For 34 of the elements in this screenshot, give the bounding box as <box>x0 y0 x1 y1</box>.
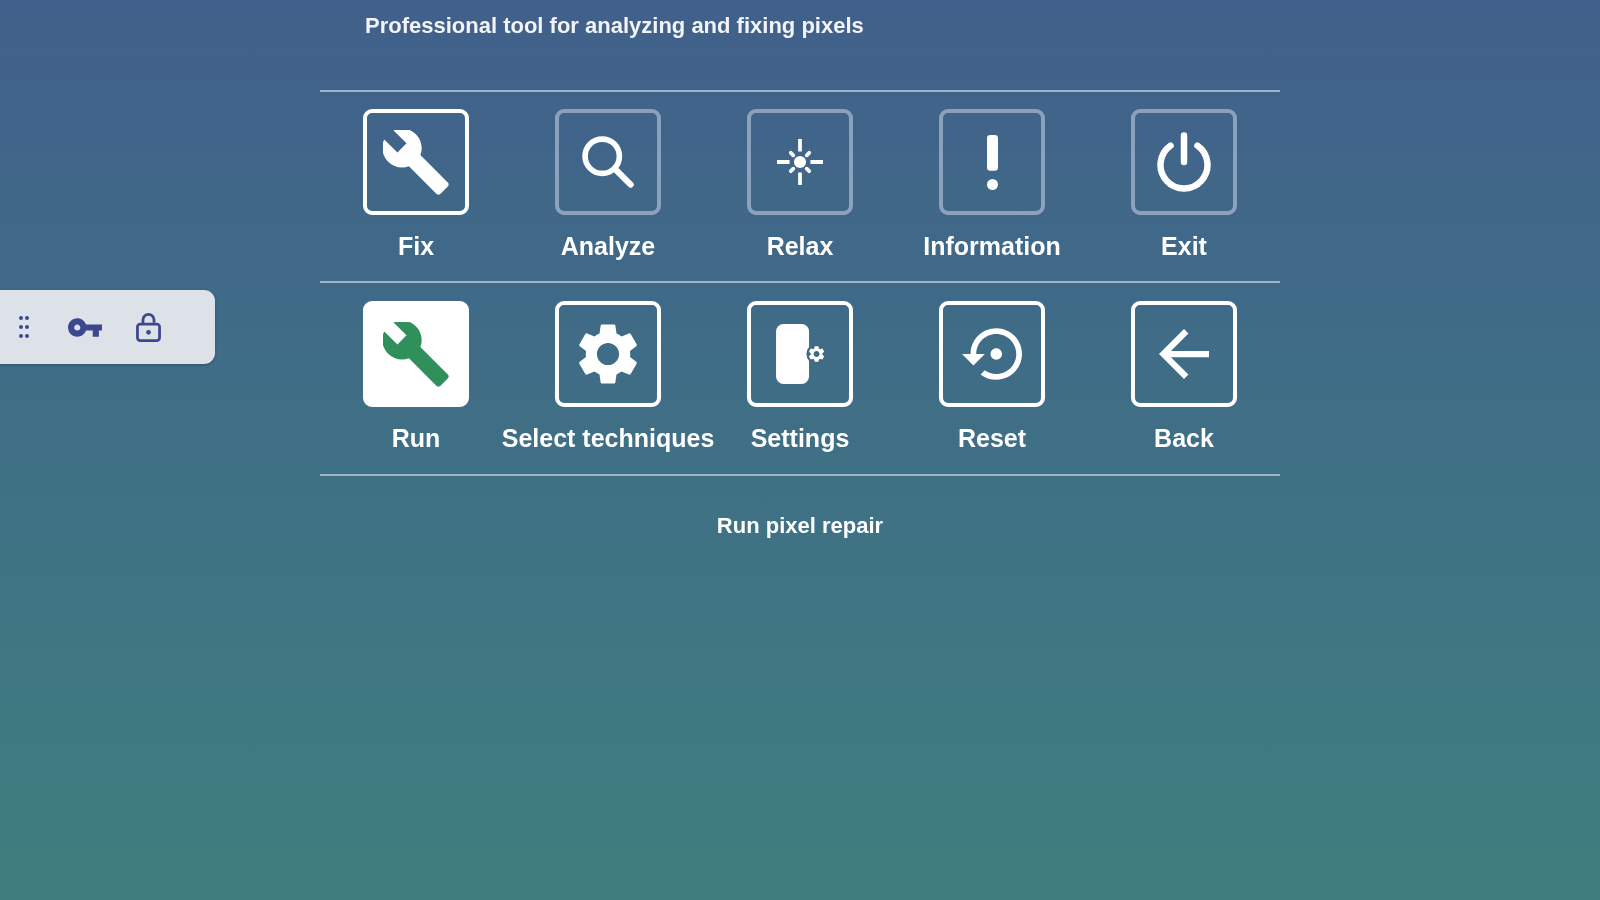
action-button[interactable] <box>1131 301 1237 407</box>
mode-label: Exit <box>1161 231 1207 261</box>
phone-gear-icon <box>775 324 825 384</box>
power-icon <box>1157 132 1211 192</box>
sun-icon <box>777 139 823 185</box>
mode-label: Relax <box>766 231 834 261</box>
mode-tab[interactable] <box>1131 109 1237 215</box>
arrow-left-icon <box>1159 329 1209 379</box>
action-label: Select techniques <box>501 423 715 453</box>
action-label: Back <box>1154 423 1214 453</box>
action-label: Run <box>391 423 441 453</box>
search-icon <box>582 136 634 188</box>
action-label: Reset <box>957 423 1027 453</box>
action-button[interactable] <box>747 301 853 407</box>
mode-label: Fix <box>397 231 435 261</box>
action-button[interactable] <box>363 301 469 407</box>
wrench-icon <box>383 129 449 195</box>
subtitle: Professional tool for analyzing and fixing pixels <box>365 12 865 40</box>
key-icon[interactable] <box>68 317 102 337</box>
action-button[interactable] <box>939 301 1045 407</box>
gear-icon <box>579 323 637 385</box>
action-label: Settings <box>750 423 850 453</box>
mode-label: Analyze <box>560 231 656 261</box>
status-text: Run pixel repair <box>716 512 884 540</box>
drag-handle-icon[interactable] <box>19 316 29 338</box>
mode-tab[interactable] <box>939 109 1045 215</box>
exclamation-icon <box>986 134 998 190</box>
padlock-icon[interactable] <box>136 312 161 342</box>
action-button[interactable] <box>555 301 661 407</box>
mode-label: Information <box>923 231 1061 261</box>
circular-arrow-icon <box>962 328 1022 380</box>
mode-tab[interactable] <box>555 109 661 215</box>
mode-tab[interactable] <box>747 109 853 215</box>
wrench-icon <box>383 321 449 387</box>
